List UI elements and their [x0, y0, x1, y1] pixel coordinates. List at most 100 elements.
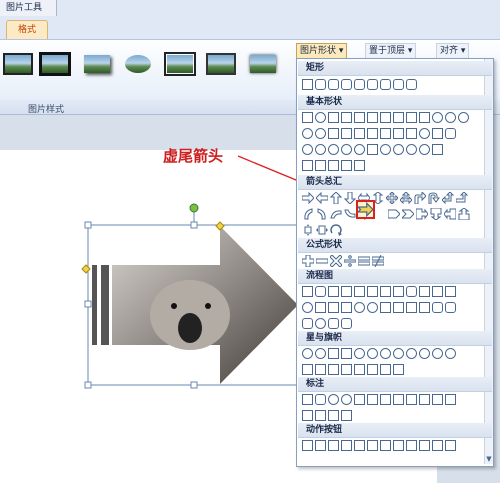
minus-icon[interactable] [316, 255, 328, 267]
shape-chord[interactable] [315, 128, 326, 139]
quad-arrow-callout-icon[interactable] [302, 224, 314, 236]
callout-line-1-border[interactable] [432, 394, 443, 405]
flowchart-extract[interactable] [406, 302, 417, 313]
shape-cloud[interactable] [406, 144, 417, 155]
callout-cloud[interactable] [341, 394, 352, 405]
flowchart-data[interactable] [341, 286, 352, 297]
shape-lightning-bolt[interactable] [367, 144, 378, 155]
shape-smiley-face[interactable] [341, 144, 352, 155]
shape-32-point-star[interactable] [445, 348, 456, 359]
flowchart-direct-access-storage[interactable] [328, 318, 339, 329]
flowchart-multidocument[interactable] [393, 286, 404, 297]
scroll-down-icon[interactable]: ▼ [485, 455, 493, 463]
shape-moon[interactable] [393, 144, 404, 155]
shape-bevel[interactable] [445, 128, 456, 139]
flowchart-summing-junction[interactable] [354, 302, 365, 313]
shape-6-point-star[interactable] [354, 348, 365, 359]
quad-arrow-icon[interactable] [386, 192, 398, 204]
picture-style-2[interactable] [39, 52, 71, 76]
action-return-icon[interactable] [380, 440, 391, 451]
callout-line-1[interactable] [354, 394, 365, 405]
flowchart-preparation[interactable] [419, 286, 430, 297]
flowchart-sequential-storage[interactable] [302, 318, 313, 329]
shape-frame[interactable] [341, 128, 352, 139]
shape-double-brace[interactable] [302, 160, 313, 171]
curved-right-arrow-icon[interactable] [302, 208, 314, 220]
shape-no-symbol[interactable] [315, 144, 326, 155]
flowchart-punched-tape[interactable] [341, 302, 352, 313]
flowchart-terminator[interactable] [406, 286, 417, 297]
action-custom-icon[interactable] [445, 440, 456, 451]
picture-style-4[interactable] [123, 52, 153, 76]
left-up-arrow-icon[interactable] [442, 192, 454, 204]
left-right-up-arrow-icon[interactable] [400, 192, 412, 204]
action-movie-icon[interactable] [393, 440, 404, 451]
left-right-arrow-callout-icon[interactable] [316, 224, 328, 236]
plus-icon[interactable] [302, 255, 314, 267]
up-arrow-icon[interactable] [330, 192, 342, 204]
shape-24-point-star[interactable] [432, 348, 443, 359]
callout-line-3-accent[interactable] [419, 394, 430, 405]
flowchart-predefined-process[interactable] [354, 286, 365, 297]
curved-up-arrow-icon[interactable] [330, 208, 342, 220]
shape-right-brace[interactable] [354, 160, 365, 171]
action-end-icon[interactable] [341, 440, 352, 451]
shape-round-2-rectangle[interactable] [393, 79, 404, 90]
handle-bl[interactable] [84, 381, 92, 389]
flowchart-card[interactable] [328, 302, 339, 313]
right-arrow-icon[interactable] [302, 192, 314, 204]
shape-double-wave[interactable] [393, 364, 404, 375]
bent-arrow-icon[interactable] [414, 192, 426, 204]
shape-12-point-star[interactable] [406, 348, 417, 359]
adjust-handle-left[interactable] [81, 264, 91, 274]
flowchart-delay[interactable] [445, 302, 456, 313]
shape-heart[interactable] [354, 144, 365, 155]
shape-l-shape[interactable] [367, 128, 378, 139]
bent-up-arrow-icon[interactable] [456, 192, 468, 204]
shape-explosion-2[interactable] [315, 348, 326, 359]
flowchart-manual-operation[interactable] [445, 286, 456, 297]
shape-left-bracket[interactable] [315, 160, 326, 171]
shape-snip-diag-rectangle[interactable] [354, 79, 365, 90]
callout-line-2-accent[interactable] [406, 394, 417, 405]
callout-line-1-accent[interactable] [393, 394, 404, 405]
shape-parallelogram[interactable] [354, 112, 365, 123]
u-turn-arrow-icon[interactable] [428, 192, 440, 204]
callout-rounded-rectangular[interactable] [315, 394, 326, 405]
flowchart-connector[interactable] [302, 302, 313, 313]
curved-down-arrow-icon[interactable] [344, 208, 356, 220]
shape-diamond[interactable] [380, 112, 391, 123]
circular-arrow-icon[interactable] [330, 224, 342, 236]
curved-left-arrow-icon[interactable] [316, 208, 328, 220]
flowchart-merge[interactable] [419, 302, 430, 313]
highlighted-shape[interactable] [356, 200, 375, 219]
handle-bm[interactable] [190, 381, 198, 389]
action-beginning-icon[interactable] [328, 440, 339, 451]
shape-cube[interactable] [432, 128, 443, 139]
shapes-dropdown[interactable]: ▲ ▼ 矩形 基本形状 [296, 58, 494, 467]
shape-sun[interactable] [380, 144, 391, 155]
not-equal-icon[interactable] [372, 255, 384, 267]
action-back-icon[interactable] [302, 440, 313, 451]
shape-donut[interactable] [302, 144, 313, 155]
shape-snip-round-rectangle[interactable] [367, 79, 378, 90]
shape-5-point-star[interactable] [341, 348, 352, 359]
flowchart-internal-storage[interactable] [367, 286, 378, 297]
down-arrow-callout-icon[interactable] [430, 208, 442, 220]
action-home-icon[interactable] [354, 440, 365, 451]
down-arrow-icon[interactable] [344, 192, 356, 204]
flowchart-collate[interactable] [380, 302, 391, 313]
flowchart-display[interactable] [341, 318, 352, 329]
shape-dodecagon[interactable] [458, 112, 469, 123]
shape-hexagon[interactable] [406, 112, 417, 123]
shape-16-point-star[interactable] [419, 348, 430, 359]
shape-curved-up-ribbon[interactable] [328, 364, 339, 375]
shape-block-arc[interactable] [328, 144, 339, 155]
picture-style-6[interactable] [206, 52, 236, 76]
callout-line-3[interactable] [380, 394, 391, 405]
shape-left-brace[interactable] [341, 160, 352, 171]
callout-line-2[interactable] [367, 394, 378, 405]
flowchart-off-page-connector[interactable] [315, 302, 326, 313]
shape-curved-down-ribbon[interactable] [341, 364, 352, 375]
pentagon-arrow-icon[interactable] [388, 208, 400, 220]
